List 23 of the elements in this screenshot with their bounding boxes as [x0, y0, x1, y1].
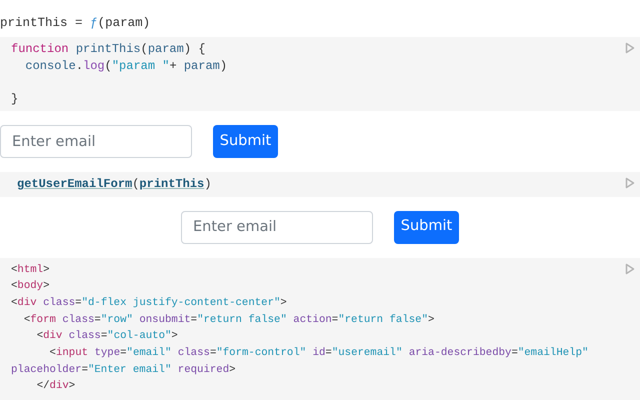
code-line: function printThis(param) {: [11, 41, 206, 58]
code-line: getUserEmailForm(printThis): [16, 176, 212, 192]
submit-button[interactable]: Submit: [213, 125, 278, 158]
run-icon[interactable]: [625, 177, 635, 189]
code-line: }: [11, 90, 18, 107]
run-icon[interactable]: [625, 42, 635, 54]
email-field[interactable]: Enter email: [0, 125, 192, 158]
email-field[interactable]: Enter email: [181, 210, 373, 244]
code-cell[interactable]: function printThis(param) { console.log("param "+ param) }: [0, 37, 640, 111]
code-line: placeholder="Enter email" required>: [11, 362, 236, 378]
code-cell[interactable]: [0, 258, 640, 400]
code-line: <html>: [11, 262, 50, 278]
output-text: printThis = ƒ(param): [0, 15, 150, 31]
code-line: <body>: [11, 279, 50, 294]
code-line: console.log("param "+ param): [24, 58, 228, 74]
submit-button[interactable]: Submit: [394, 210, 459, 244]
code-cell[interactable]: getUserEmailForm(printThis): [0, 172, 640, 196]
code-line: </div>: [36, 379, 76, 394]
run-icon[interactable]: [625, 262, 635, 274]
code-line: <form class="row" onsubmit="return false" action="return false">: [22, 312, 434, 328]
code-line: <input type="email" class="form-control" id="useremail" aria-describedby="emailHelp": [48, 346, 588, 362]
code-line: <div class="d-flex justify-content-center">: [11, 296, 287, 311]
code-line: <div class="col-auto">: [36, 329, 178, 344]
